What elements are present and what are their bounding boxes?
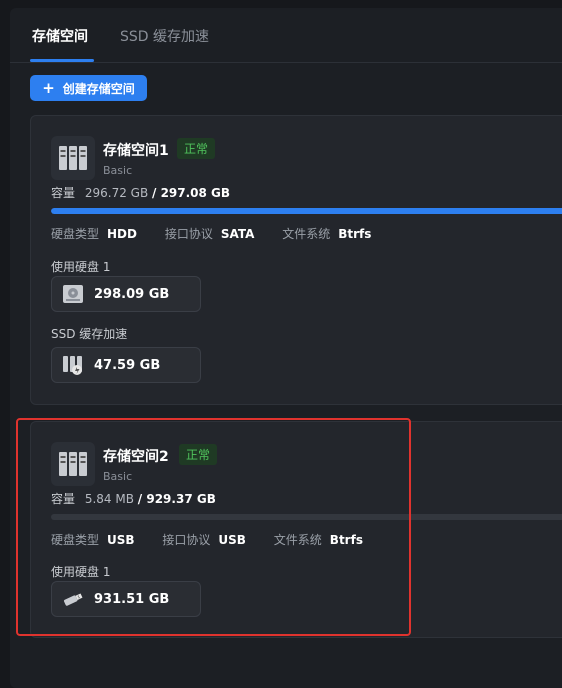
capacity-row: 容量 296.72 GB / 297.08 GB	[51, 184, 230, 201]
cache-disk-item[interactable]: 47.59 GB	[51, 347, 201, 383]
capacity-total: / 297.08 GB	[152, 186, 231, 200]
filesystem-label: 文件系统	[273, 533, 322, 547]
filesystem-value: Btrfs	[329, 533, 363, 547]
capacity-used: 296.72 GB	[84, 186, 149, 200]
filesystem-value: Btrfs	[338, 227, 372, 241]
storage-pool-icon	[51, 442, 95, 486]
storage-pool-card-2: 存储空间2 正常 Basic 容量 5.84 MB / 929.37 GB 硬盘…	[30, 421, 562, 638]
disk-type-label: 硬盘类型	[51, 533, 100, 547]
disk-info-row: 硬盘类型 USB 接口协议 USB 文件系统 Btrfs	[51, 531, 387, 548]
active-tab-indicator	[30, 59, 94, 62]
pool-name: 存储空间2	[103, 449, 169, 465]
capacity-bar	[51, 514, 562, 520]
create-storage-space-button[interactable]: + 创建存储空间	[30, 75, 147, 101]
interface-label: 接口协议	[164, 227, 213, 241]
used-disks-label: 使用硬盘 1	[51, 565, 111, 579]
tab-ssd-cache[interactable]: SSD 缓存加速	[120, 26, 209, 46]
used-disks-label: 使用硬盘 1	[51, 260, 111, 274]
usb-drive-icon	[62, 588, 84, 610]
disk-item[interactable]: 931.51 GB	[51, 581, 201, 617]
ssd-cache-icon	[62, 354, 84, 376]
filesystem-label: 文件系统	[282, 227, 331, 241]
pool-type: Basic	[103, 470, 133, 483]
tab-bar: 存储空间 SSD 缓存加速	[10, 8, 562, 63]
capacity-label: 容量	[51, 186, 76, 200]
disk-type-value: HDD	[107, 227, 137, 241]
capacity-bar	[51, 208, 562, 214]
pool-name: 存储空间1	[103, 143, 169, 159]
capacity-row: 容量 5.84 MB / 929.37 GB	[51, 490, 216, 507]
interface-value: USB	[218, 533, 246, 547]
status-badge: 正常	[179, 444, 218, 465]
capacity-used: 5.84 MB	[84, 492, 134, 506]
storage-pool-icon	[51, 136, 95, 180]
disk-info-row: 硬盘类型 HDD 接口协议 SATA 文件系统 Btrfs	[51, 225, 395, 242]
disk-size: 298.09 GB	[94, 286, 170, 302]
storage-pool-card-1: 存储空间1 正常 Basic 容量 296.72 GB / 297.08 GB …	[30, 115, 562, 405]
capacity-label: 容量	[51, 492, 76, 506]
status-badge: 正常	[177, 138, 216, 159]
hdd-icon	[62, 283, 84, 305]
disk-type-label: 硬盘类型	[51, 227, 100, 241]
create-button-label: 创建存储空间	[62, 81, 135, 96]
disk-type-value: USB	[107, 533, 135, 547]
interface-label: 接口协议	[162, 533, 211, 547]
capacity-total: / 929.37 GB	[137, 492, 216, 506]
capacity-bar-fill	[51, 208, 562, 214]
interface-value: SATA	[220, 227, 255, 241]
ssd-cache-label: SSD 缓存加速	[51, 327, 128, 341]
cache-size: 47.59 GB	[94, 357, 161, 373]
disk-size: 931.51 GB	[94, 591, 170, 607]
plus-icon: +	[42, 79, 55, 97]
disk-item[interactable]: 298.09 GB	[51, 276, 201, 312]
tab-storage-space[interactable]: 存储空间	[32, 26, 88, 46]
pool-type: Basic	[103, 164, 133, 177]
